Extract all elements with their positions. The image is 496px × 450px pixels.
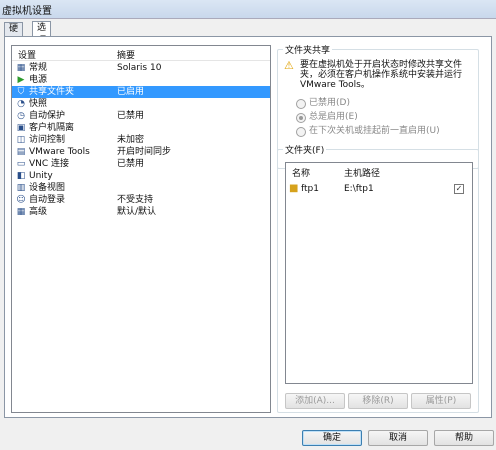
warning-text: 要在虚拟机处于开启状态时修改共享文件夹，必须在客户机操作系统中安装并运行 VMw… — [300, 60, 463, 90]
settings-row-vnc[interactable]: ▭ VNC 连接 已禁用 — [12, 158, 270, 170]
settings-row-unity[interactable]: ◧ Unity — [12, 170, 270, 182]
row-label: 自动保护 — [29, 111, 66, 121]
row-label: 访问控制 — [29, 135, 66, 145]
options-pane: 设置 摘要 ▦ 常规 Solaris 10 ▶ 电源 ⛉ 共享文件夹 已启用 ◔… — [4, 36, 492, 418]
properties-button[interactable]: 属性(P) — [411, 393, 471, 409]
settings-row-shared-folders[interactable]: ⛉ 共享文件夹 已启用 — [12, 86, 270, 98]
row-label: VNC 连接 — [29, 159, 70, 169]
tab-options[interactable]: 选项 — [32, 21, 52, 46]
tab-hardware[interactable]: 硬件 — [4, 22, 24, 47]
add-button[interactable]: 添加(A)... — [285, 393, 345, 409]
row-label: Unity — [29, 171, 53, 181]
folder-icon: ■ — [289, 183, 299, 194]
settings-row-power[interactable]: ▶ 电源 — [12, 74, 270, 86]
autologin-icon: ☺ — [16, 195, 26, 205]
settings-row-autoprotect[interactable]: ◷ 自动保护 已禁用 — [12, 110, 270, 122]
unity-icon: ◧ — [16, 171, 26, 181]
radio-label: 已禁用(D) — [309, 98, 350, 108]
folders-group: 文件夹(F) 名称 主机路径 ■ ftp1 E:\ftp1 ✓ 添加(A)...… — [277, 143, 479, 413]
folders-table[interactable]: 名称 主机路径 ■ ftp1 E:\ftp1 ✓ — [285, 162, 473, 384]
row-value: 已禁用 — [117, 111, 145, 121]
radio-circle[interactable] — [296, 113, 306, 123]
row-label: 电源 — [29, 75, 48, 85]
folder-row[interactable]: ■ ftp1 E:\ftp1 ✓ — [286, 183, 472, 195]
folder-path: E:\ftp1 — [344, 184, 374, 194]
folder-enabled-checkbox[interactable]: ✓ — [454, 184, 464, 194]
ok-button[interactable]: 确定 — [302, 430, 362, 446]
column-setting[interactable]: 设置 — [18, 48, 36, 61]
general-icon: ▦ — [16, 63, 26, 73]
row-label: VMware Tools — [29, 147, 90, 157]
radio-label: 总是启用(E) — [309, 112, 358, 122]
folders-title: 文件夹(F) — [283, 143, 327, 156]
column-name[interactable]: 名称 — [292, 166, 310, 179]
vnc-icon: ▭ — [16, 159, 26, 169]
radio-circle[interactable] — [296, 99, 306, 109]
settings-list-header: 设置 摘要 — [12, 46, 270, 61]
access-control-icon: ◫ — [16, 135, 26, 145]
advanced-icon: ▦ — [16, 207, 26, 217]
remove-button[interactable]: 移除(R) — [348, 393, 408, 409]
column-summary[interactable]: 摘要 — [117, 48, 135, 61]
settings-row-snapshots[interactable]: ◔ 快照 — [12, 98, 270, 110]
cancel-button[interactable]: 取消 — [368, 430, 428, 446]
power-icon: ▶ — [17, 75, 25, 85]
title-bar: 虚拟机设置 — [0, 0, 496, 19]
window-title: 虚拟机设置 — [2, 6, 52, 17]
settings-row-advanced[interactable]: ▦ 高级 默认/默认 — [12, 206, 270, 218]
settings-row-general[interactable]: ▦ 常规 Solaris 10 — [12, 62, 270, 74]
row-label: 快照 — [29, 99, 48, 109]
snapshot-icon: ◔ — [17, 99, 25, 109]
help-button[interactable]: 帮助 — [434, 430, 494, 446]
column-host-path[interactable]: 主机路径 — [344, 166, 380, 179]
settings-row-autologin[interactable]: ☺ 自动登录 不受支持 — [12, 194, 270, 206]
device-view-icon: ▥ — [16, 183, 26, 193]
radio-label: 在下次关机或挂起前一直启用(U) — [309, 126, 440, 136]
warning-icon: ⚠ — [284, 59, 294, 72]
row-value: 未加密 — [117, 135, 145, 145]
settings-row-guest-isolation[interactable]: ▣ 客户机隔离 — [12, 122, 270, 134]
row-label: 设备视图 — [29, 183, 66, 193]
row-label: 高级 — [29, 207, 48, 217]
row-value: 已禁用 — [117, 159, 145, 169]
row-label: 共享文件夹 — [29, 87, 75, 97]
row-label: 自动登录 — [29, 195, 66, 205]
row-value: 开启时间同步 — [117, 147, 172, 157]
settings-list[interactable]: 设置 摘要 ▦ 常规 Solaris 10 ▶ 电源 ⛉ 共享文件夹 已启用 ◔… — [11, 45, 271, 413]
autoprotect-icon: ◷ — [17, 111, 25, 121]
settings-row-device-view[interactable]: ▥ 设备视图 — [12, 182, 270, 194]
row-value: 不受支持 — [117, 195, 154, 205]
guest-isolation-icon: ▣ — [16, 123, 26, 133]
shared-folder-icon: ⛉ — [17, 87, 25, 97]
vmware-tools-icon: ▤ — [16, 147, 26, 157]
settings-row-access-control[interactable]: ◫ 访问控制 未加密 — [12, 134, 270, 146]
folder-sharing-title: 文件夹共享 — [283, 43, 333, 56]
row-label: 客户机隔离 — [29, 123, 75, 133]
settings-row-vmware-tools[interactable]: ▤ VMware Tools 开启时间同步 — [12, 146, 270, 158]
folder-name: ftp1 — [301, 184, 319, 194]
row-value: 默认/默认 — [117, 207, 157, 217]
row-value: 已启用 — [117, 87, 145, 97]
row-value: Solaris 10 — [117, 63, 162, 73]
radio-circle[interactable] — [296, 127, 306, 137]
row-label: 常规 — [29, 63, 48, 73]
